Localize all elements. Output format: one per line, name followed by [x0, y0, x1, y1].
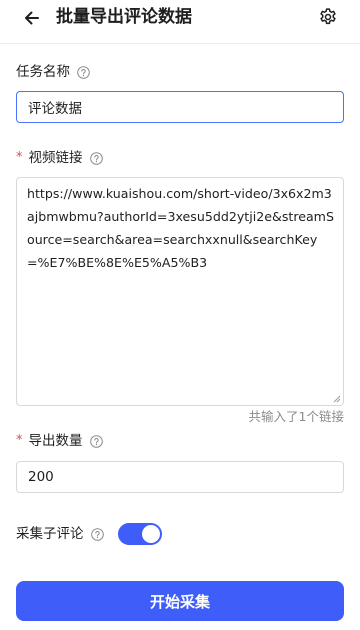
required-mark: * — [16, 433, 23, 448]
help-circle-icon[interactable] — [90, 527, 104, 541]
task-name-label: 任务名称 — [16, 63, 90, 81]
sub-comments-label-text: 采集子评论 — [16, 526, 84, 542]
video-links-label: * 视频链接 — [16, 149, 103, 167]
required-mark: * — [16, 150, 23, 165]
toggle-knob — [142, 525, 160, 543]
export-count-input[interactable] — [16, 461, 344, 493]
help-circle-icon[interactable] — [77, 65, 90, 79]
sub-comments-toggle[interactable] — [118, 523, 162, 545]
top-bar: 批量导出评论数据 — [0, 0, 360, 44]
video-links-textarea[interactable]: https://www.kuaishou.com/short-video/3x6… — [16, 177, 344, 406]
link-count-hint: 共输入了1个链接 — [248, 409, 344, 424]
resize-handle-icon[interactable] — [333, 395, 341, 403]
export-count-label: * 导出数量 — [16, 432, 103, 450]
arrow-left-icon — [25, 11, 39, 25]
settings-button[interactable] — [315, 4, 341, 30]
video-links-text[interactable]: https://www.kuaishou.com/short-video/3x6… — [27, 182, 339, 274]
gear-icon — [320, 8, 336, 25]
start-collect-button[interactable]: 开始采集 — [16, 581, 344, 621]
page-title: 批量导出评论数据 — [56, 7, 192, 27]
task-name-input[interactable] — [16, 91, 344, 123]
sub-comments-label: 采集子评论 — [16, 525, 104, 543]
video-links-label-text: 视频链接 — [28, 150, 83, 166]
help-circle-icon[interactable] — [89, 151, 103, 165]
export-count-label-text: 导出数量 — [28, 433, 83, 449]
task-name-label-text: 任务名称 — [16, 64, 70, 80]
back-button[interactable] — [18, 4, 46, 32]
help-circle-icon[interactable] — [89, 434, 103, 448]
